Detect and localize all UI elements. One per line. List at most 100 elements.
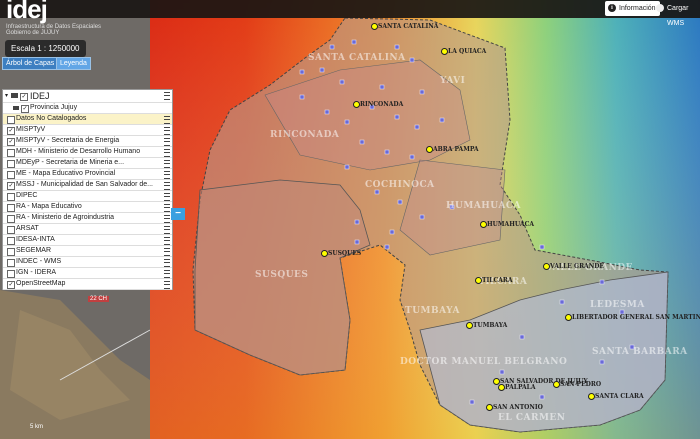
tab-legend[interactable]: Leyenda [56, 57, 91, 70]
layer-row[interactable]: ✓ MISPTyV [3, 125, 172, 136]
menu-icon[interactable] [164, 138, 170, 146]
town-label[interactable]: SUSQUES [320, 250, 361, 257]
facility-marker[interactable] [324, 109, 330, 115]
facility-marker[interactable] [329, 44, 335, 50]
menu-icon[interactable] [164, 160, 170, 168]
town-label[interactable]: TILCARA [475, 277, 513, 284]
layer-checkbox[interactable]: ✓ [7, 281, 15, 289]
facility-marker[interactable] [319, 67, 325, 73]
layer-row[interactable]: ARSAT [3, 224, 172, 235]
facility-marker[interactable] [559, 299, 565, 305]
layer-row[interactable]: IDESA-INTA [3, 235, 172, 246]
layer-checkbox[interactable] [7, 270, 15, 278]
town-label[interactable]: SANTA CLARA [588, 393, 644, 400]
layer-checkbox[interactable] [7, 248, 15, 256]
facility-marker[interactable] [419, 214, 425, 220]
facility-marker[interactable] [354, 239, 360, 245]
layer-row[interactable]: IGN - IDERA [3, 268, 172, 279]
menu-icon[interactable] [164, 270, 170, 278]
expand-icon[interactable]: ▾ [5, 90, 8, 102]
layer-row[interactable]: DIPEC [3, 191, 172, 202]
tab-layer-tree[interactable]: Árbol de Capas [2, 57, 59, 70]
facility-marker[interactable] [419, 89, 425, 95]
menu-icon[interactable] [164, 226, 170, 234]
town-label[interactable]: LIBERTADOR GENERAL SAN MARTIN [564, 314, 700, 321]
facility-marker[interactable] [344, 164, 350, 170]
facility-marker[interactable] [394, 114, 400, 120]
collapse-panel-button[interactable]: − [171, 208, 185, 220]
town-label[interactable]: LA QUIACA [440, 48, 486, 55]
town-label[interactable]: VALLE GRANDE [543, 263, 604, 270]
layer-row[interactable]: MDH - Ministerio de Desarrollo Humano [3, 147, 172, 158]
menu-icon[interactable] [164, 237, 170, 245]
menu-icon[interactable] [164, 215, 170, 223]
layer-row[interactable]: MDEyP - Secretaria de Mineria e... [3, 158, 172, 169]
layer-root-row[interactable]: ▾ ✓ IDEJ [3, 90, 172, 103]
load-wms-button[interactable]: Cargar WMS [655, 1, 700, 27]
facility-marker[interactable] [599, 279, 605, 285]
facility-marker[interactable] [339, 79, 345, 85]
menu-icon[interactable] [164, 182, 170, 190]
facility-marker[interactable] [599, 359, 605, 365]
facility-marker[interactable] [539, 394, 545, 400]
town-label[interactable]: HUMAHUACA [479, 221, 534, 228]
facility-marker[interactable] [379, 84, 385, 90]
layer-row[interactable]: RA - Ministerio de Agroindustria [3, 213, 172, 224]
layer-row[interactable]: Datos No Catalogados [3, 114, 172, 125]
layer-row[interactable]: RA - Mapa Educativo [3, 202, 172, 213]
facility-marker[interactable] [409, 154, 415, 160]
facility-marker[interactable] [374, 189, 380, 195]
menu-icon[interactable] [164, 127, 170, 135]
layer-checkbox[interactable] [7, 226, 15, 234]
facility-marker[interactable] [384, 149, 390, 155]
layer-checkbox[interactable] [7, 160, 15, 168]
facility-marker[interactable] [351, 39, 357, 45]
facility-marker[interactable] [299, 94, 305, 100]
menu-icon[interactable] [164, 171, 170, 179]
layer-checkbox[interactable]: ✓ [7, 138, 15, 146]
layer-root-checkbox[interactable]: ✓ [20, 93, 28, 101]
facility-marker[interactable] [344, 119, 350, 125]
menu-icon[interactable] [164, 281, 170, 289]
menu-icon[interactable] [164, 248, 170, 256]
layer-row[interactable]: SEGEMAR [3, 246, 172, 257]
layer-row[interactable]: INDEC - WMS [3, 257, 172, 268]
layer-checkbox[interactable] [7, 237, 15, 245]
facility-marker[interactable] [384, 244, 390, 250]
layer-checkbox[interactable]: ✓ [7, 127, 15, 135]
layer-checkbox[interactable] [7, 149, 15, 157]
menu-icon[interactable] [164, 204, 170, 212]
layer-checkbox[interactable] [7, 204, 15, 212]
layer-province-row[interactable]: ✓ Provincia Jujuy [3, 103, 172, 114]
facility-marker[interactable] [469, 399, 475, 405]
facility-marker[interactable] [439, 117, 445, 123]
layer-row[interactable]: ✓ MISPTyV - Secretaria de Energia [3, 136, 172, 147]
menu-icon[interactable] [164, 259, 170, 267]
town-label[interactable]: PALPALA [498, 384, 536, 391]
town-label[interactable]: SANTA CATALINA [370, 23, 438, 30]
town-label[interactable]: SAN ANTONIO [486, 404, 543, 411]
layer-row[interactable]: ME - Mapa Educativo Provincial [3, 169, 172, 180]
facility-marker[interactable] [389, 229, 395, 235]
layer-checkbox[interactable] [7, 193, 15, 201]
layer-checkbox[interactable] [7, 259, 15, 267]
facility-marker[interactable] [499, 369, 505, 375]
town-label[interactable]: ABRA PAMPA [426, 146, 479, 153]
town-label[interactable]: SAN PEDRO [552, 381, 601, 388]
facility-marker[interactable] [394, 44, 400, 50]
menu-icon[interactable] [164, 193, 170, 201]
menu-icon[interactable] [164, 149, 170, 157]
facility-marker[interactable] [397, 199, 403, 205]
facility-marker[interactable] [354, 219, 360, 225]
facility-marker[interactable] [539, 244, 545, 250]
layer-province-checkbox[interactable]: ✓ [21, 105, 29, 113]
town-label[interactable]: TUMBAYA [465, 322, 507, 329]
layer-checkbox[interactable] [7, 171, 15, 179]
town-label[interactable]: RINCONADA [352, 101, 403, 108]
facility-marker[interactable] [409, 57, 415, 63]
layer-row[interactable]: ✓ MSSJ - Municipalidad de San Salvador de… [3, 180, 172, 191]
facility-marker[interactable] [519, 334, 525, 340]
layer-checkbox[interactable] [7, 116, 15, 124]
facility-marker[interactable] [414, 124, 420, 130]
info-button[interactable]: i Información [605, 1, 660, 16]
